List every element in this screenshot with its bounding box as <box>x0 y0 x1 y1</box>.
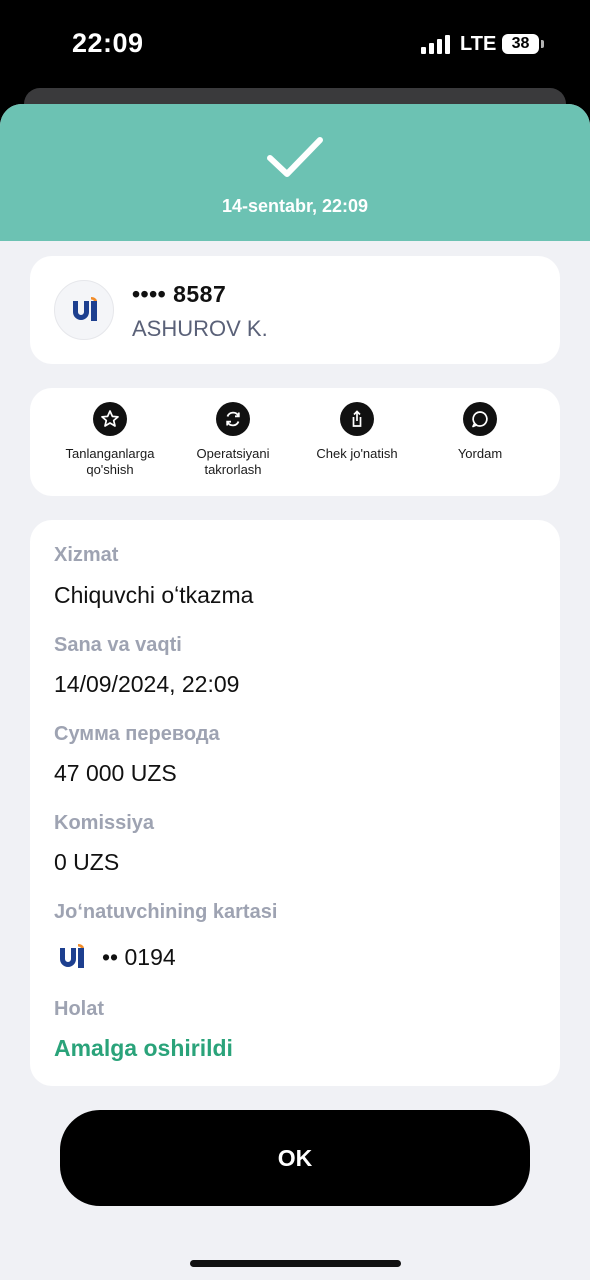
recipient-card-number: •••• 8587 <box>132 281 227 307</box>
repeat-operation-button[interactable]: Operatsiyani takrorlash <box>171 402 295 478</box>
recipient-card: •••• 8587 ASHUROV K. <box>30 256 560 364</box>
status-value: Amalga oshirildi <box>54 1035 233 1061</box>
add-to-favorites-button[interactable]: Tanlanganlarga qo'shish <box>48 402 172 478</box>
service-label: Xizmat <box>54 544 119 566</box>
status-time: 22:09 <box>72 28 144 58</box>
network-type: LTE <box>460 33 497 55</box>
status-label: Holat <box>54 998 104 1020</box>
home-indicator <box>190 1260 401 1267</box>
uzcard-logo-icon <box>60 944 84 968</box>
amount-value: 47 000 UZS <box>54 760 177 786</box>
send-receipt-button[interactable]: Chek jo'natish <box>295 402 419 462</box>
signal-icon <box>421 34 451 54</box>
sender-card-number: •• 0194 <box>102 944 176 970</box>
amount-label: Сумма перевода <box>54 723 220 745</box>
success-header: 14-sentabr, 22:09 <box>0 104 590 241</box>
service-value: Chiquvchi oʻtkazma <box>54 582 254 608</box>
fee-label: Komissiya <box>54 812 155 834</box>
receipt-sheet: 14-sentabr, 22:09 •••• 8587 ASHUROV K. T… <box>0 104 590 1280</box>
help-button[interactable]: Yordam <box>418 402 542 462</box>
star-icon <box>93 402 127 436</box>
transaction-details-card: Xizmat Chiquvchi oʻtkazma Sana va vaqti … <box>30 520 560 1086</box>
battery-icon: 38 <box>502 34 539 54</box>
chat-icon <box>463 402 497 436</box>
datetime-value: 14/09/2024, 22:09 <box>54 671 240 697</box>
share-icon <box>340 402 374 436</box>
transaction-datetime: 14-sentabr, 22:09 <box>221 196 369 216</box>
fee-value: 0 UZS <box>54 849 120 875</box>
uzcard-logo-icon <box>54 280 114 340</box>
actions-card: Tanlanganlarga qo'shish Operatsiyani tak… <box>30 388 560 496</box>
repeat-icon <box>216 402 250 436</box>
send-receipt-label: Chek jo'natish <box>316 446 398 461</box>
datetime-label: Sana va vaqti <box>54 634 182 656</box>
status-bar: 22:09 LTE 38 <box>0 0 590 90</box>
checkmark-icon <box>267 137 323 177</box>
battery-tip <box>541 40 544 48</box>
recipient-name: ASHUROV K. <box>132 316 268 341</box>
ok-button[interactable]: OK <box>60 1110 530 1206</box>
sender-card-label: Joʻnatuvchining kartasi <box>54 901 278 923</box>
repeat-operation-label: Operatsiyani takrorlash <box>196 446 270 477</box>
help-label: Yordam <box>457 446 503 461</box>
add-to-favorites-label: Tanlanganlarga qo'shish <box>65 446 155 477</box>
